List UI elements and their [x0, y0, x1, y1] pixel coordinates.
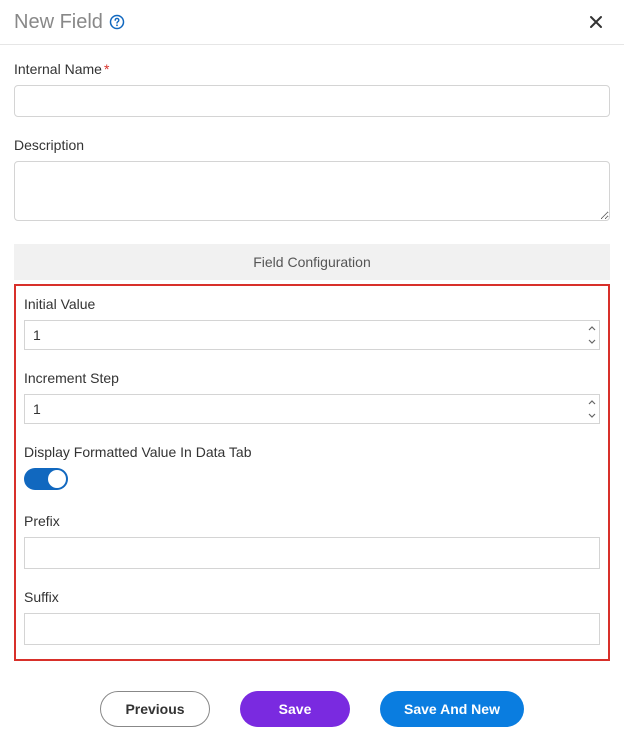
internal-name-group: Internal Name*	[14, 61, 610, 117]
suffix-input[interactable]	[24, 613, 600, 645]
increment-step-group: Increment Step	[24, 370, 600, 424]
save-and-new-button[interactable]: Save And New	[380, 691, 524, 727]
initial-value-group: Initial Value	[24, 296, 600, 350]
close-icon	[588, 14, 604, 30]
suffix-group: Suffix	[24, 589, 600, 645]
prefix-input[interactable]	[24, 537, 600, 569]
toggle-knob	[48, 470, 66, 488]
increment-step-down[interactable]	[585, 409, 599, 423]
save-button[interactable]: Save	[240, 691, 350, 727]
suffix-label: Suffix	[24, 589, 600, 605]
display-formatted-group: Display Formatted Value In Data Tab	[24, 444, 600, 493]
internal-name-label-text: Internal Name	[14, 61, 102, 77]
chevron-down-icon	[588, 339, 596, 345]
display-formatted-label: Display Formatted Value In Data Tab	[24, 444, 600, 460]
increment-step-up[interactable]	[585, 395, 599, 409]
internal-name-label: Internal Name*	[14, 61, 610, 77]
initial-value-step-up[interactable]	[585, 321, 599, 335]
initial-value-label: Initial Value	[24, 296, 600, 312]
description-group: Description	[14, 137, 610, 224]
dialog-footer: Previous Save Save And New	[0, 681, 624, 727]
description-label: Description	[14, 137, 610, 153]
internal-name-input[interactable]	[14, 85, 610, 117]
required-asterisk: *	[104, 61, 109, 77]
increment-step-input[interactable]	[24, 394, 600, 424]
chevron-up-icon	[588, 325, 596, 331]
prefix-label: Prefix	[24, 513, 600, 529]
dialog-header: New Field	[0, 0, 624, 45]
display-formatted-toggle[interactable]	[24, 468, 68, 490]
chevron-up-icon	[588, 399, 596, 405]
initial-value-input[interactable]	[24, 320, 600, 350]
field-configuration-highlight: Initial Value Increment Step	[14, 284, 610, 661]
increment-step-label: Increment Step	[24, 370, 600, 386]
description-input[interactable]	[14, 161, 610, 221]
chevron-down-icon	[588, 413, 596, 419]
section-header: Field Configuration	[14, 244, 610, 280]
previous-button[interactable]: Previous	[100, 691, 210, 727]
close-button[interactable]	[584, 10, 608, 34]
page-title: New Field	[14, 11, 103, 34]
prefix-group: Prefix	[24, 513, 600, 569]
initial-value-step-down[interactable]	[585, 335, 599, 349]
help-icon[interactable]	[109, 14, 125, 30]
